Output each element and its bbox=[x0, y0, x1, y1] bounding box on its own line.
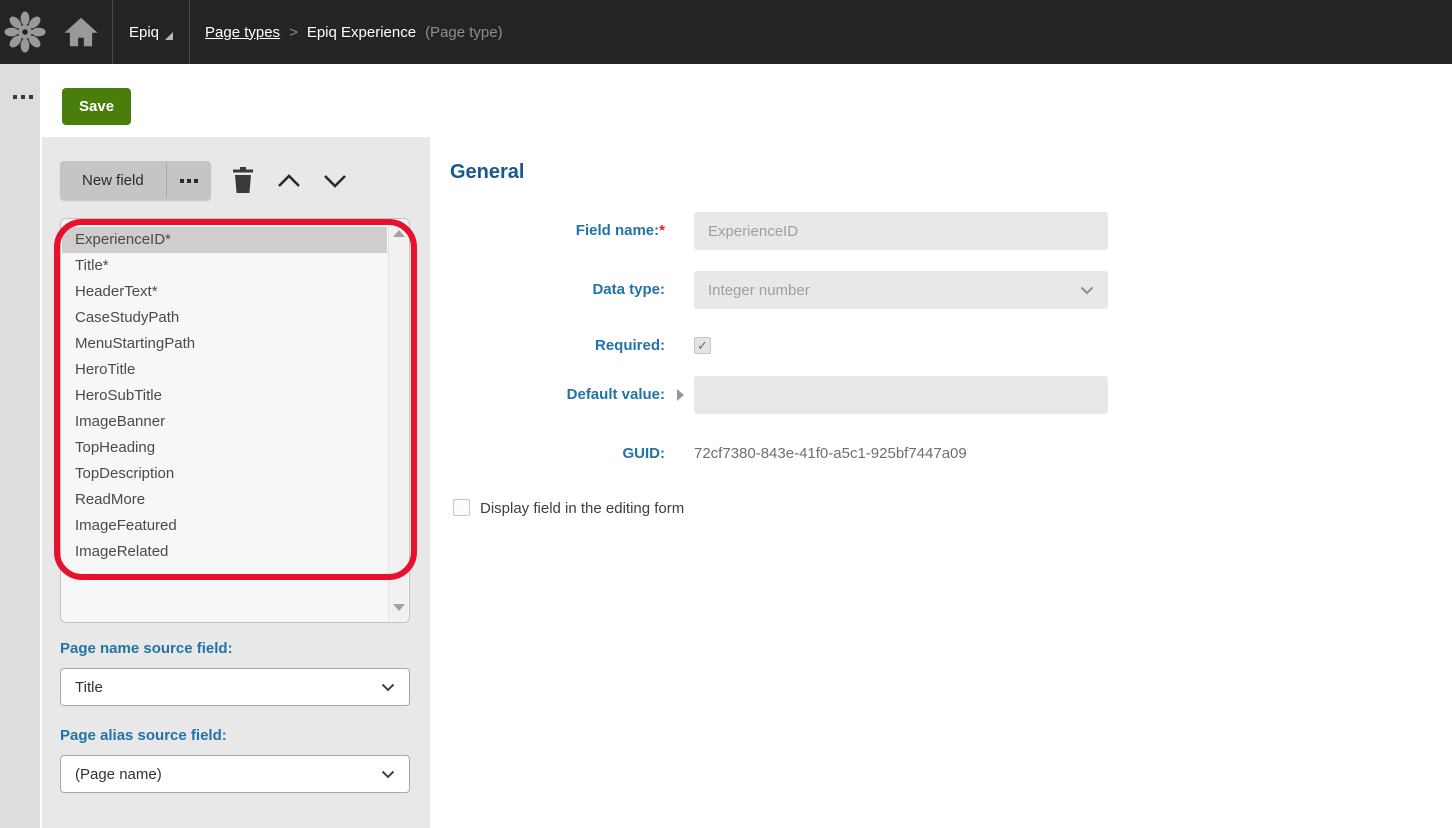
chevron-down-icon bbox=[1080, 286, 1094, 295]
menu-corner-icon bbox=[165, 32, 173, 40]
guid-value: 72cf7380-843e-41f0-a5c1-925bf7447a09 bbox=[694, 444, 967, 464]
kentico-logo[interactable] bbox=[0, 0, 50, 64]
field-list-item[interactable]: ImageBanner bbox=[62, 409, 387, 435]
field-list-item[interactable]: CaseStudyPath bbox=[62, 305, 387, 331]
field-list-item[interactable]: ImageRelated bbox=[62, 539, 387, 565]
data-type-value: Integer number bbox=[708, 282, 1080, 299]
guid-label: GUID: bbox=[450, 444, 665, 464]
new-field-button[interactable]: New field bbox=[60, 161, 166, 200]
new-field-more-button[interactable] bbox=[167, 161, 211, 200]
data-type-label: Data type: bbox=[450, 280, 665, 300]
field-list-item[interactable]: HeroSubTitle bbox=[62, 383, 387, 409]
page-name-source-label: Page name source field: bbox=[60, 640, 233, 657]
topbar: Epiq Page types > Epiq Experience (Page … bbox=[0, 0, 1452, 64]
required-checkbox bbox=[694, 337, 711, 354]
scroll-down-icon[interactable] bbox=[393, 604, 405, 611]
ellipsis-icon bbox=[13, 95, 17, 99]
field-list-item[interactable]: ReadMore bbox=[62, 487, 387, 513]
display-field-label: Display field in the editing form bbox=[480, 499, 684, 518]
page-name-source-select[interactable]: Title bbox=[60, 668, 410, 706]
field-list-item[interactable]: ExperienceID* bbox=[62, 227, 387, 253]
breadcrumb-type-suffix: (Page type) bbox=[425, 24, 503, 41]
move-field-down-button[interactable] bbox=[318, 168, 352, 194]
app-menu-button[interactable]: Epiq bbox=[113, 0, 189, 64]
left-rail bbox=[0, 64, 40, 828]
ellipsis-icon bbox=[180, 179, 184, 183]
field-name-label: Field name:* bbox=[450, 221, 665, 241]
chevron-down-icon bbox=[381, 770, 395, 779]
page-alias-source-label: Page alias source field: bbox=[60, 727, 227, 744]
field-listbox: ExperienceID*Title*HeaderText*CaseStudyP… bbox=[60, 218, 410, 623]
field-list-item[interactable]: ImageFeatured bbox=[62, 513, 387, 539]
new-field-split-button: New field bbox=[60, 161, 211, 200]
field-list-item[interactable]: TopHeading bbox=[62, 435, 387, 461]
field-list-item[interactable]: TopDescription bbox=[62, 461, 387, 487]
page-alias-source-select[interactable]: (Page name) bbox=[60, 755, 410, 793]
kentico-page-type-screen: Epiq Page types > Epiq Experience (Page … bbox=[0, 0, 1452, 828]
field-list-item[interactable]: MenuStartingPath bbox=[62, 331, 387, 357]
home-button[interactable] bbox=[50, 0, 112, 64]
required-asterisk: * bbox=[659, 222, 665, 239]
app-menu-label: Epiq bbox=[129, 24, 159, 41]
chevron-down-icon bbox=[322, 172, 348, 190]
home-icon bbox=[63, 14, 99, 50]
section-title-general: General bbox=[450, 161, 524, 184]
listbox-scrollbar[interactable] bbox=[388, 220, 408, 621]
required-label: Required: bbox=[450, 336, 665, 356]
breadcrumb-separator-icon: > bbox=[289, 24, 298, 41]
display-field-checkbox[interactable] bbox=[453, 499, 470, 516]
field-list: ExperienceID*Title*HeaderText*CaseStudyP… bbox=[62, 227, 387, 565]
breadcrumb-current: Epiq Experience bbox=[307, 24, 416, 41]
breadcrumb-link-page-types[interactable]: Page types bbox=[205, 24, 280, 41]
field-list-item[interactable]: Title* bbox=[62, 253, 387, 279]
more-actions-button[interactable] bbox=[0, 64, 40, 99]
chevron-down-icon bbox=[381, 683, 395, 692]
trash-icon bbox=[231, 166, 255, 194]
field-list-item[interactable]: HeaderText* bbox=[62, 279, 387, 305]
default-value-label: Default value: bbox=[450, 385, 665, 405]
move-field-up-button[interactable] bbox=[272, 168, 306, 194]
topbar-divider bbox=[189, 0, 190, 64]
delete-field-button[interactable] bbox=[228, 164, 258, 196]
field-name-input: ExperienceID bbox=[694, 212, 1108, 250]
page-alias-source-value: (Page name) bbox=[75, 766, 381, 783]
default-value-input bbox=[694, 376, 1108, 414]
chevron-up-icon bbox=[276, 172, 302, 190]
triangle-right-icon[interactable] bbox=[677, 389, 684, 401]
page-name-source-value: Title bbox=[75, 679, 381, 696]
data-type-select: Integer number bbox=[694, 271, 1108, 309]
field-list-item[interactable]: HeroTitle bbox=[62, 357, 387, 383]
save-button[interactable]: Save bbox=[62, 88, 131, 125]
scroll-up-icon[interactable] bbox=[393, 230, 405, 237]
breadcrumb: Page types > Epiq Experience (Page type) bbox=[205, 24, 503, 41]
kentico-logo-icon bbox=[4, 11, 46, 53]
